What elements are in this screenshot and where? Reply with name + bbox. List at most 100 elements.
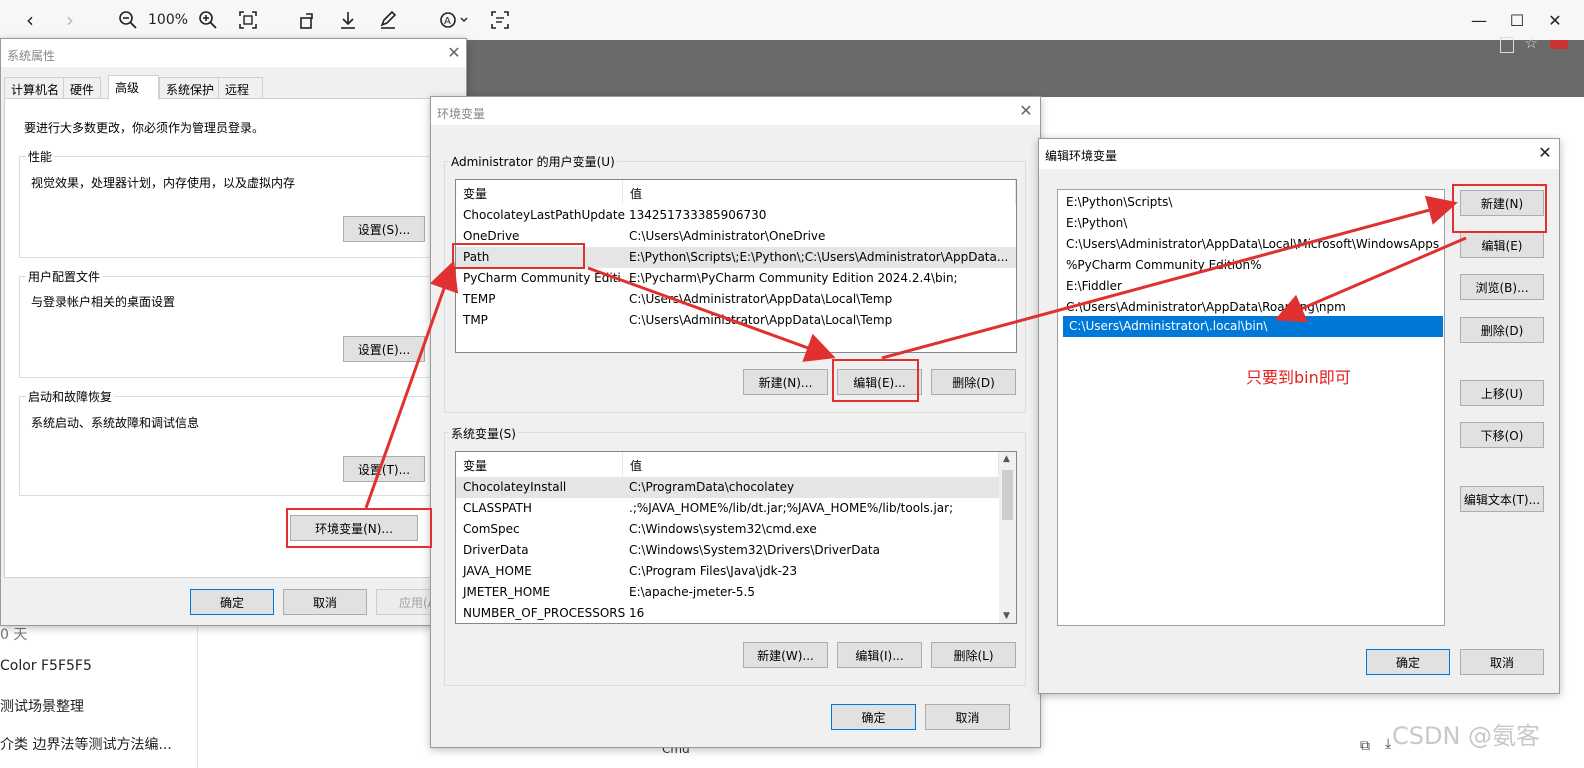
zoom-out-icon[interactable]: [114, 6, 142, 34]
ok-button[interactable]: 确定: [190, 589, 274, 615]
bg-item[interactable]: Color F5F5F5: [0, 658, 92, 674]
apply-button[interactable]: 应用(A): [376, 589, 434, 615]
list-item[interactable]: PyCharm Community Editi... E:\Pycharm\PyC…: [456, 268, 1016, 289]
list-item[interactable]: E:\Python\: [1060, 213, 1443, 234]
copy-icon[interactable]: ⧉: [1360, 738, 1370, 754]
list-item[interactable]: C:\Users\Administrator\AppData\Local\Mic…: [1060, 234, 1443, 255]
var-name: ChocolateyInstall: [463, 480, 567, 494]
tab-hardware[interactable]: 硬件: [63, 77, 102, 99]
var-name: DriverData: [463, 543, 529, 557]
list-item[interactable]: E:\Python\Scripts\: [1060, 192, 1443, 213]
list-item[interactable]: NUMBER_OF_PROCESSORS 16: [456, 603, 1016, 623]
tab-computer-name[interactable]: 计算机名: [4, 77, 67, 99]
var-value: C:\Users\Administrator\AppData\Local\Tem…: [629, 292, 893, 306]
bg-item: 0 天: [0, 627, 28, 643]
ok-button[interactable]: 确定: [831, 704, 916, 730]
tab-remote[interactable]: 远程: [218, 77, 263, 99]
close-icon[interactable]: ✕: [1535, 143, 1555, 163]
list-item[interactable]: JAVA_HOME C:\Program Files\Java\jdk-23: [456, 561, 1016, 582]
group-description: 与登录帐户相关的桌面设置: [31, 295, 176, 309]
var-name: JMETER_HOME: [463, 585, 551, 599]
var-name: JAVA_HOME: [463, 564, 532, 578]
list-item[interactable]: TMP C:\Users\Administrator\AppData\Local\…: [456, 310, 1016, 331]
var-name: TMP: [463, 313, 488, 327]
extract-text-icon[interactable]: [486, 6, 514, 34]
column-header[interactable]: 变量: [456, 180, 623, 204]
dialog-title: 系统属性: [1, 39, 466, 67]
close-icon[interactable]: ✕: [1016, 101, 1036, 121]
edit-entry-button[interactable]: 编辑(E): [1460, 232, 1544, 258]
back-icon[interactable]: ‹: [16, 6, 44, 34]
user-delete-button[interactable]: 删除(D): [931, 369, 1016, 395]
move-up-button[interactable]: 上移(U): [1460, 380, 1544, 406]
download-icon[interactable]: [334, 6, 362, 34]
system-delete-button[interactable]: 删除(L): [931, 642, 1016, 668]
ok-button[interactable]: 确定: [1366, 649, 1450, 675]
scrollbar[interactable]: ▲ ▼: [999, 452, 1016, 623]
scroll-down-icon[interactable]: ▼: [1003, 611, 1010, 621]
rotate-icon[interactable]: [294, 6, 322, 34]
viewer-toolbar: ‹ › 100% A — ☐ ✕: [0, 0, 1584, 40]
list-item-selected[interactable]: C:\Users\Administrator\.local\bin\: [1063, 316, 1443, 337]
var-value: E:\apache-jmeter-5.5: [629, 585, 755, 599]
column-header[interactable]: 值: [623, 180, 1016, 204]
user-profiles-group: [19, 276, 443, 378]
download-small-icon[interactable]: ⤓: [1385, 736, 1391, 752]
bg-item[interactable]: 测试场景整理: [0, 696, 84, 716]
forward-icon[interactable]: ›: [56, 6, 84, 34]
minimize-icon[interactable]: —: [1466, 8, 1492, 32]
tab-advanced[interactable]: 高级: [108, 75, 159, 100]
var-name: TEMP: [463, 292, 496, 306]
close-icon[interactable]: ✕: [444, 43, 464, 63]
list-item[interactable]: DriverData C:\Windows\System32\Drivers\Dr…: [456, 540, 1016, 561]
fit-screen-icon[interactable]: [234, 6, 262, 34]
system-new-button[interactable]: 新建(W)...: [743, 642, 828, 668]
performance-group: [19, 156, 443, 258]
admin-note: 要进行大多数更改，你必须作为管理员登录。: [24, 121, 265, 135]
cancel-button[interactable]: 取消: [925, 704, 1010, 730]
performance-settings-button[interactable]: 设置(S)...: [343, 216, 425, 242]
star-icon: ☆: [1524, 34, 1538, 52]
var-value: 134251733385906730: [629, 208, 767, 222]
scroll-up-icon[interactable]: ▲: [1003, 454, 1010, 464]
delete-entry-button[interactable]: 删除(D): [1460, 317, 1544, 343]
background-content: [198, 620, 438, 768]
system-variables-list[interactable]: 变量 值 ChocolateyInstall C:\ProgramData\cho…: [455, 451, 1017, 624]
list-item-selected[interactable]: ChocolateyInstall C:\ProgramData\chocolat…: [456, 477, 999, 498]
list-item[interactable]: ComSpec C:\Windows\system32\cmd.exe: [456, 519, 1016, 540]
list-item[interactable]: C:\Users\Administrator\AppData\Roaming\n…: [1060, 297, 1443, 318]
list-item[interactable]: JMETER_HOME E:\apache-jmeter-5.5: [456, 582, 1016, 603]
list-item[interactable]: %PyCharm Community Edition%: [1060, 255, 1443, 276]
maximize-icon[interactable]: ☐: [1504, 8, 1530, 32]
user-new-button[interactable]: 新建(N)...: [743, 369, 828, 395]
tab-system-protection[interactable]: 系统保护: [159, 77, 222, 99]
watermark: CSDN @氨客: [1392, 722, 1541, 750]
zoom-in-icon[interactable]: [194, 6, 222, 34]
column-header[interactable]: 变量: [456, 452, 623, 476]
startup-settings-button[interactable]: 设置(T)...: [343, 456, 425, 482]
cancel-button[interactable]: 取消: [1460, 649, 1544, 675]
group-label: 性能: [26, 148, 55, 165]
system-edit-button[interactable]: 编辑(I)...: [837, 642, 922, 668]
highlight-env-vars-button: [286, 508, 432, 548]
profile-settings-button[interactable]: 设置(E)...: [343, 336, 425, 362]
var-value: .;%JAVA_HOME%/lib/dt.jar;%JAVA_HOME%/lib…: [629, 501, 954, 515]
list-item[interactable]: E:\Fiddler: [1060, 276, 1443, 297]
edit-pen-icon[interactable]: [374, 6, 402, 34]
var-name: NUMBER_OF_PROCESSORS: [463, 606, 626, 620]
var-name: OneDrive: [463, 229, 520, 243]
edit-text-button[interactable]: 编辑文本(T)...: [1460, 486, 1544, 512]
column-header[interactable]: 值: [623, 452, 999, 476]
list-item[interactable]: CLASSPATH .;%JAVA_HOME%/lib/dt.jar;%JAVA_…: [456, 498, 1016, 519]
list-item[interactable]: TEMP C:\Users\Administrator\AppData\Local…: [456, 289, 1016, 310]
var-value: C:\Users\Administrator\AppData\Local\Tem…: [629, 313, 893, 327]
ocr-icon[interactable]: A: [434, 6, 474, 34]
bg-item[interactable]: 介类 边界法等测试方法编...: [0, 734, 172, 754]
path-entries-list[interactable]: E:\Python\Scripts\ E:\Python\ C:\Users\A…: [1057, 189, 1445, 626]
scroll-thumb[interactable]: [1002, 470, 1013, 520]
browse-button[interactable]: 浏览(B)...: [1460, 274, 1544, 300]
cancel-button[interactable]: 取消: [283, 589, 367, 615]
close-icon[interactable]: ✕: [1542, 8, 1568, 32]
list-item[interactable]: ChocolateyLastPathUpdate 1342517333859067…: [456, 205, 1016, 226]
move-down-button[interactable]: 下移(O): [1460, 422, 1544, 448]
